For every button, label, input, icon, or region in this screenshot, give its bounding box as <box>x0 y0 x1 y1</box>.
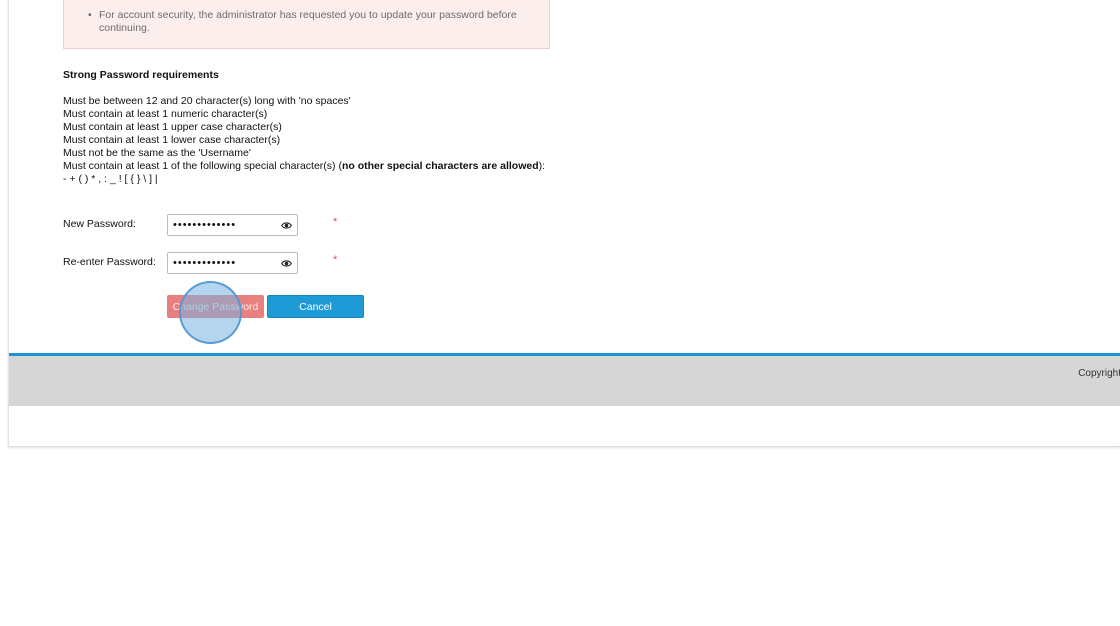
new-password-label: New Password: <box>63 218 136 230</box>
new-password-field[interactable] <box>167 214 298 236</box>
requirement-special-suffix: ): <box>538 160 546 172</box>
new-password-required-marker: * <box>333 216 338 228</box>
requirement-special-bold: no other special characters are allowed <box>341 160 539 172</box>
footer: Copyright <box>9 356 1120 406</box>
requirement-length: Must be between 12 and 20 character(s) l… <box>63 95 351 107</box>
alert-box: For account security, the administrator … <box>63 0 550 49</box>
alert-list: For account security, the administrator … <box>88 9 528 35</box>
show-reenter-password-eye-icon[interactable] <box>281 259 292 268</box>
requirement-not-username: Must not be the same as the 'Username' <box>63 147 251 159</box>
show-password-eye-icon[interactable] <box>281 221 292 230</box>
page-container: For account security, the administrator … <box>8 0 1120 447</box>
requirements-title: Strong Password requirements <box>63 69 219 81</box>
requirement-lowercase: Must contain at least 1 lower case chara… <box>63 134 281 146</box>
reenter-password-label: Re-enter Password: <box>63 256 156 268</box>
requirement-special-prefix: Must contain at least 1 of the following… <box>63 160 342 172</box>
alert-message: For account security, the administrator … <box>88 9 528 35</box>
requirement-special: Must contain at least 1 of the following… <box>63 160 545 173</box>
requirements-list: Must be between 12 and 20 character(s) l… <box>63 95 545 186</box>
new-password-input[interactable] <box>173 218 273 232</box>
requirement-special-chars: - + ( ) * , : _ ! [ { } \ ] | <box>63 173 158 185</box>
reenter-password-field[interactable] <box>167 252 298 274</box>
cancel-button[interactable]: Cancel <box>267 295 364 318</box>
copyright-text: Copyright <box>1078 368 1120 379</box>
requirement-numeric: Must contain at least 1 numeric characte… <box>63 108 268 120</box>
change-password-button[interactable]: Change Password <box>167 295 264 318</box>
reenter-password-required-marker: * <box>333 254 338 266</box>
requirement-uppercase: Must contain at least 1 upper case chara… <box>63 121 282 133</box>
reenter-password-input[interactable] <box>173 256 273 270</box>
